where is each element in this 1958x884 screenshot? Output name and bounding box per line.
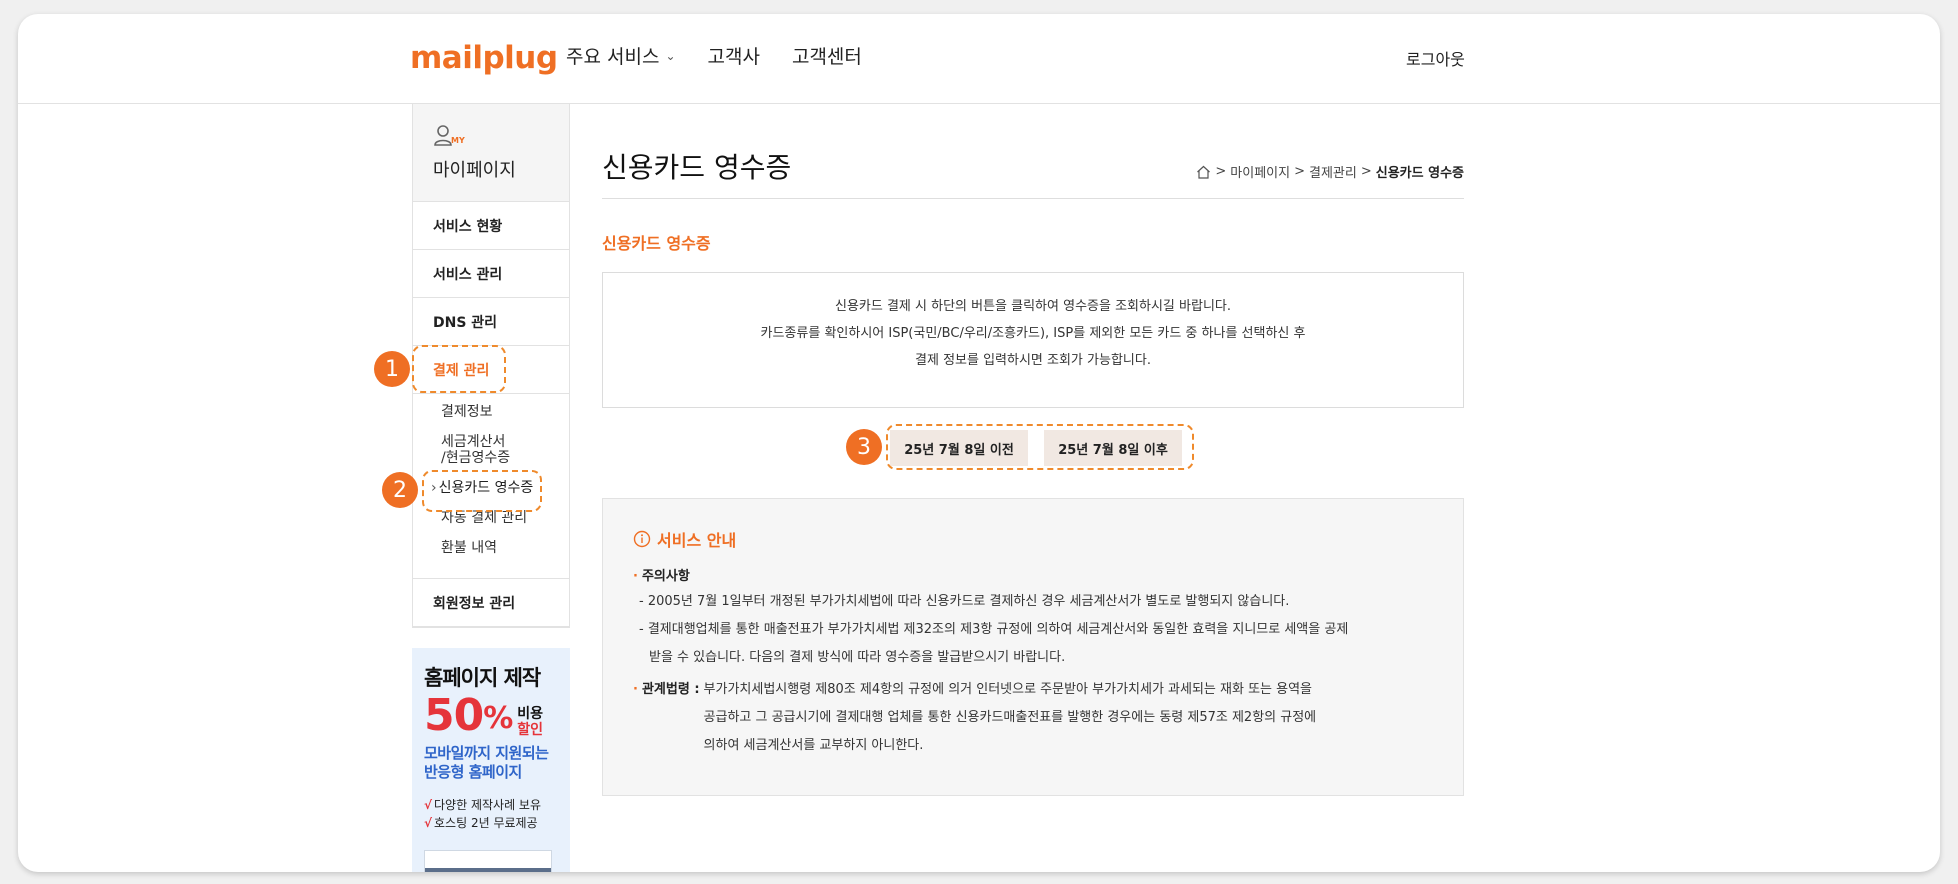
banner-check-1: 다양한 제작사례 보유 <box>434 798 542 812</box>
submenu-tax-invoice[interactable]: 세금계산서 /현금영수증 <box>441 434 569 466</box>
bullet-dot: · <box>633 569 638 584</box>
nav-support-center-label: 고객센터 <box>791 46 862 68</box>
nav-main-services-label: 주요 서비스 <box>566 46 660 68</box>
breadcrumb-mypage[interactable]: 마이페이지 <box>1230 162 1290 181</box>
caution-line-3: 받을 수 있습니다. 다음의 결제 방식에 따라 영수증을 발급받으시기 바랍니… <box>649 650 1066 665</box>
sidebar-title: 마이페이지 <box>433 160 516 181</box>
sidebar-item-member-info[interactable]: 회원정보 관리 <box>413 579 569 627</box>
callout-badge-1: 1 <box>374 351 410 387</box>
banner-discount-text: 비용 할인 <box>517 706 543 738</box>
after-date-button[interactable]: 25년 7월 8일 이후 <box>1044 430 1182 466</box>
bullet-dot: · <box>633 682 638 697</box>
law-block: · 관계법령 : 부가가치세법시행령 제80조 제4항의 규정에 의거 인터넷으로… <box>633 676 1433 760</box>
check-icon: √ <box>424 798 433 812</box>
banner-discount-row: 50 % 비용 할인 <box>424 690 558 741</box>
before-date-button[interactable]: 25년 7월 8일 이전 <box>890 430 1028 466</box>
submenu-payment-info[interactable]: 결제정보 <box>441 404 569 420</box>
receipt-button-group: 25년 7월 8일 이전 25년 7월 8일 이후 <box>890 430 1182 466</box>
law-label-text: 관계법령 : <box>641 682 700 697</box>
my-user-icon: MY <box>433 124 465 146</box>
logout-link[interactable]: 로그아웃 <box>1406 46 1465 70</box>
callout-badge-2: 2 <box>382 472 418 508</box>
page-title: 신용카드 영수증 <box>602 151 792 184</box>
law-label: · 관계법령 : <box>633 676 700 760</box>
info-heading: 서비스 안내 <box>633 527 1433 551</box>
submenu-card-receipt[interactable]: › 신용카드 영수증 <box>431 480 569 496</box>
top-header: mailplug 주요 서비스 ⌄ 고객사 고객센터 로그아웃 <box>18 14 1940 104</box>
banner-checklist: √ 다양한 제작사례 보유 √ 호스팅 2년 무료제공 <box>424 796 558 832</box>
sidebar-item-service-status[interactable]: 서비스 현황 <box>413 202 569 250</box>
notice-line-2: 카드종류를 확인하시어 ISP(국민/BC/우리/조흥카드), ISP를 제외한… <box>760 326 1306 341</box>
breadcrumb: > 마이페이지 > 결제관리 > 신용카드 영수증 <box>1196 162 1464 181</box>
chevron-right-icon: › <box>431 480 437 496</box>
info-heading-label: 서비스 안내 <box>657 531 737 550</box>
law-line-1: 부가가치세법시행령 제80조 제4항의 규정에 의거 인터넷으로 주문받아 부가… <box>703 682 1313 697</box>
banner-cost: 비용 <box>517 706 544 722</box>
chevron-down-icon: ⌄ <box>665 48 676 63</box>
sidebar-item-dns-manage[interactable]: DNS 관리 <box>413 298 569 346</box>
callout-badge-3: 3 <box>846 429 882 465</box>
law-text: 부가가치세법시행령 제80조 제4항의 규정에 의거 인터넷으로 주문받아 부가… <box>704 676 1317 760</box>
submenu-auto-payment[interactable]: 자동 결제 관리 <box>441 510 569 526</box>
caution-line-1: - 2005년 7월 1일부터 개정된 부가가치세법에 따라 신용카드로 결제하… <box>639 594 1290 609</box>
info-icon <box>633 530 651 548</box>
homepage-promo-banner[interactable]: 홈페이지 제작 50 % 비용 할인 모바일까지 지원되는 반응형 홈페이지 √… <box>412 648 570 872</box>
caution-line-2: - 결제대행업체를 통한 매출전표가 부가가치세법 제32조의 제3항 규정에 … <box>639 622 1349 637</box>
submenu-tax-invoice-line2: /현금영수증 <box>441 450 511 466</box>
banner-discount: 할인 <box>517 722 544 738</box>
banner-check-2: 호스팅 2년 무료제공 <box>434 816 538 830</box>
sidebar-header: MY 마이페이지 <box>413 104 569 202</box>
notice-box: 신용카드 결제 시 하단의 버튼을 클릭하여 영수증을 조회하시길 바랍니다. … <box>602 272 1464 408</box>
breadcrumb-payment[interactable]: 결제관리 <box>1309 162 1357 181</box>
banner-percent-sign: % <box>483 701 514 736</box>
service-info-box: 서비스 안내 · 주의사항 - 2005년 7월 1일부터 개정된 부가가치세법에… <box>602 498 1464 796</box>
mailplug-logo[interactable]: mailplug <box>410 40 558 76</box>
banner-check-item: √ 호스팅 2년 무료제공 <box>424 814 558 832</box>
submenu-refund[interactable]: 환불 내역 <box>441 540 569 556</box>
section-title: 신용카드 영수증 <box>602 234 711 253</box>
breadcrumb-separator: > <box>1360 164 1372 179</box>
breadcrumb-separator: > <box>1215 164 1227 179</box>
nav-customers[interactable]: 고객사 <box>708 42 760 69</box>
banner-sub-line1: 모바일까지 지원되는 <box>424 744 549 762</box>
sidebar-item-service-manage[interactable]: 서비스 관리 <box>413 250 569 298</box>
submenu-tax-invoice-line1: 세금계산서 <box>441 434 506 450</box>
nav-support-center[interactable]: 고객센터 <box>792 42 862 69</box>
notice-line-3: 결제 정보를 입력하시면 조회가 가능합니다. <box>915 353 1151 368</box>
title-divider <box>602 198 1464 199</box>
nav-customers-label: 고객사 <box>707 46 760 68</box>
main-nav: 주요 서비스 ⌄ 고객사 고객센터 <box>566 42 862 69</box>
sidebar-item-payment-manage[interactable]: 결제 관리 <box>413 346 569 394</box>
breadcrumb-current: 신용카드 영수증 <box>1375 166 1464 181</box>
law-line-2: 공급하고 그 공급시기에 결제대행 업체를 통한 신용카드매출전표를 발행한 경… <box>703 710 1317 725</box>
banner-subtitle: 모바일까지 지원되는 반응형 홈페이지 <box>424 744 558 782</box>
notice-line-1: 신용카드 결제 시 하단의 버튼을 클릭하여 영수증을 조회하시길 바랍니다. <box>835 299 1231 314</box>
banner-percent: 50 <box>424 690 484 741</box>
my-tag: MY <box>451 136 465 145</box>
check-icon: √ <box>424 816 433 830</box>
browser-window: mailplug 주요 서비스 ⌄ 고객사 고객센터 로그아웃 MY 마이페이지… <box>18 14 1940 872</box>
caution-label: · 주의사항 <box>633 565 1433 584</box>
nav-main-services[interactable]: 주요 서비스 ⌄ <box>566 42 676 69</box>
submenu-card-receipt-label: 신용카드 영수증 <box>438 480 534 496</box>
banner-title: 홈페이지 제작 <box>424 666 541 690</box>
banner-preview-image <box>424 850 552 872</box>
mypage-sidebar: MY 마이페이지 서비스 현황 서비스 관리 DNS 관리 결제 관리 결제정보… <box>412 104 570 628</box>
law-line-3: 의하여 세금계산서를 교부하지 아니한다. <box>703 738 924 753</box>
breadcrumb-separator: > <box>1294 164 1305 179</box>
payment-submenu: 결제정보 세금계산서 /현금영수증 › 신용카드 영수증 자동 결제 관리 환불 … <box>413 394 569 579</box>
banner-check-item: √ 다양한 제작사례 보유 <box>424 796 558 814</box>
banner-sub-line2: 반응형 홈페이지 <box>424 763 522 781</box>
caution-label-text: 주의사항 <box>641 569 690 584</box>
home-icon[interactable] <box>1196 165 1211 179</box>
